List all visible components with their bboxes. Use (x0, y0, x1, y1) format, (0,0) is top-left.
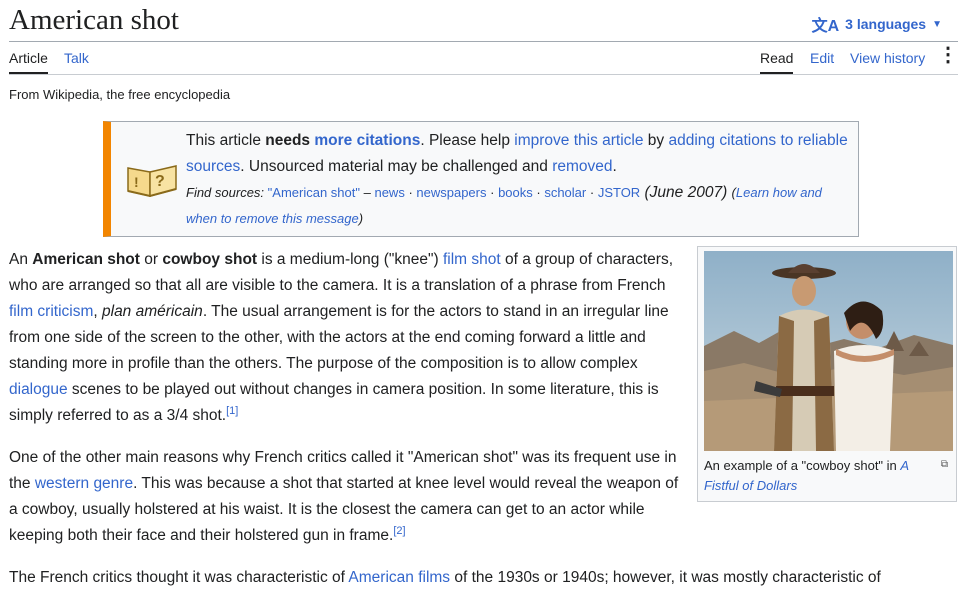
more-actions-icon[interactable]: ⋮ (938, 44, 958, 66)
film-shot-link[interactable]: film shot (443, 251, 501, 268)
figure-caption: An example of a "cowboy shot" in A Fistf… (704, 456, 926, 496)
caption-text: An example of a "cowboy shot" in (704, 458, 901, 473)
notice-text: This article (186, 132, 266, 149)
notice-date: (June 2007) (640, 184, 732, 201)
notice-text: . Unsourced material may be challenged a… (240, 158, 553, 175)
bold-term: American shot (32, 251, 140, 268)
svg-text:?: ? (155, 173, 165, 190)
svg-text:!: ! (134, 174, 139, 190)
source-dash: – (360, 185, 375, 200)
text-run: An (9, 251, 33, 268)
tab-article[interactable]: Article (9, 50, 48, 74)
text-run: is a medium-long ("knee") (257, 251, 443, 268)
source-sep: · (404, 185, 417, 200)
source-jstor-link[interactable]: JSTOR (598, 185, 640, 200)
film-criticism-link[interactable]: film criticism (9, 303, 93, 320)
figure-thumbnail: An example of a "cowboy shot" in A Fistf… (697, 246, 957, 502)
language-selector[interactable]: 文A 3 languages ▼ (812, 12, 942, 36)
text-run: scenes to be played out without changes … (9, 381, 659, 424)
removed-link[interactable]: removed (552, 158, 612, 175)
language-label: 3 languages (845, 16, 927, 32)
paragraph-french-critics: The French critics thought it was charac… (9, 565, 881, 591)
book-icon: ? ! (127, 165, 177, 198)
notice-text: by (643, 132, 669, 149)
paragraph-intro: An American shot or cowboy shot is a med… (9, 247, 681, 429)
film-still-image[interactable] (704, 251, 953, 451)
notice-text: . (612, 158, 617, 175)
western-genre-link[interactable]: western genre (35, 475, 133, 492)
text-run: The French critics thought it was charac… (9, 569, 349, 586)
tab-edit[interactable]: Edit (810, 50, 834, 66)
source-scholar-link[interactable]: scholar (544, 185, 586, 200)
source-news-link[interactable]: news (374, 185, 404, 200)
site-tagline: From Wikipedia, the free encyclopedia (9, 87, 231, 102)
american-films-link[interactable]: American films (348, 569, 450, 586)
bold-term: cowboy shot (162, 251, 258, 268)
citation-notice: ? ! This article needs more citations. P… (103, 121, 859, 237)
italic-term: plan américain (102, 303, 203, 320)
paragraph-western: One of the other main reasons why French… (9, 445, 681, 549)
more-citations-link[interactable]: more citations (314, 132, 420, 149)
source-sep: · (532, 185, 545, 200)
source-query-link[interactable]: "American shot" (268, 185, 360, 200)
tab-view-history[interactable]: View history (850, 50, 925, 66)
source-sep: · (486, 185, 499, 200)
tab-talk[interactable]: Talk (64, 50, 89, 66)
source-books-link[interactable]: books (498, 185, 533, 200)
magnify-icon[interactable]: ⧉ (941, 459, 948, 470)
learn-close: ) (358, 211, 364, 226)
improve-article-link[interactable]: improve this article (514, 132, 643, 149)
article-body: An American shot or cowboy shot is a med… (9, 247, 881, 607)
text-run: or (139, 251, 163, 268)
reference-2-link[interactable]: [2] (393, 525, 405, 537)
reference-1-link[interactable]: [1] (226, 405, 238, 417)
tab-read[interactable]: Read (760, 50, 794, 74)
page-title: American shot (9, 4, 179, 36)
page-tabs: Article Talk Read Edit View history ⋮ (9, 42, 958, 75)
chevron-down-icon: ▼ (932, 18, 942, 30)
translate-icon: 文A (811, 18, 840, 35)
dialogue-link[interactable]: dialogue (9, 381, 68, 398)
text-run: of the 1930s or 1940s; however, it was m… (450, 569, 881, 586)
find-sources-label: Find sources: (186, 185, 265, 200)
text-run: , (93, 303, 102, 320)
notice-text: . Please help (420, 132, 515, 149)
source-sep: · (586, 185, 598, 200)
notice-needs: needs (265, 132, 311, 149)
source-newspapers-link[interactable]: newspapers (416, 185, 486, 200)
